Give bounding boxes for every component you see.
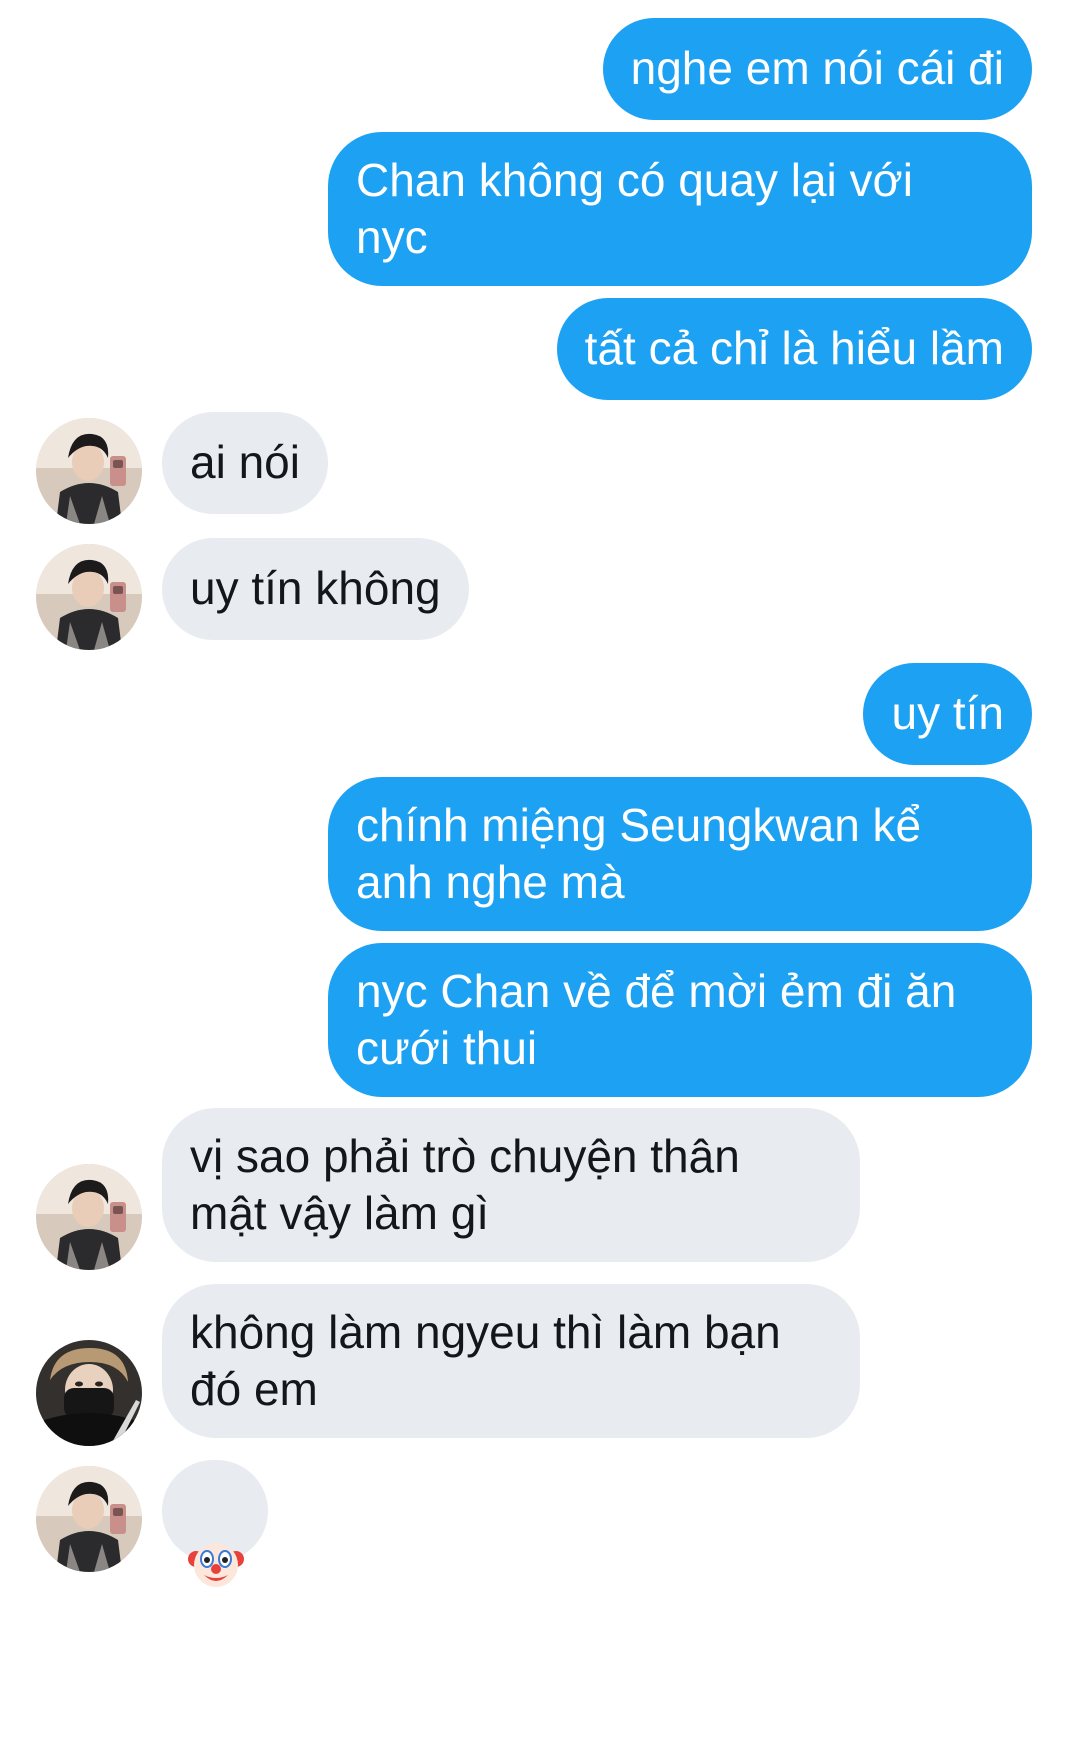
received-message-bubble[interactable]: không làm ngyeu thì làm bạn đó em xyxy=(162,1284,860,1438)
sent-message-bubble[interactable]: nghe em nói cái đi xyxy=(602,18,1032,120)
received-message-bubble[interactable]: uy tín không xyxy=(162,538,469,640)
sent-message-bubble[interactable]: nyc Chan về để mời ẻm đi ăn cưới thui xyxy=(328,943,1032,1097)
received-message-bubble[interactable]: vị sao phải trò chuyện thân mật vậy làm … xyxy=(162,1108,860,1262)
clown-face-icon xyxy=(188,1543,244,1587)
sent-message-bubble[interactable]: Chan không có quay lại với nyc xyxy=(328,132,1032,286)
contact-avatar[interactable] xyxy=(36,1466,142,1572)
received-message-bubble[interactable]: ai nói xyxy=(162,412,328,514)
contact-avatar[interactable] xyxy=(36,418,142,524)
avatar-mirror-selfie xyxy=(36,418,142,524)
sent-message-bubble[interactable]: uy tín xyxy=(863,663,1032,765)
avatar-mirror-selfie xyxy=(36,1164,142,1270)
avatar-mirror-selfie xyxy=(36,544,142,650)
contact-avatar[interactable] xyxy=(36,1340,142,1446)
contact-avatar[interactable] xyxy=(36,544,142,650)
contact-avatar[interactable] xyxy=(36,1164,142,1270)
message-thread: nghe em nói cái đi Chan không có quay lạ… xyxy=(0,0,1080,1764)
avatar-mirror-selfie xyxy=(36,1466,142,1572)
sent-message-bubble[interactable]: chính miệng Seungkwan kể anh nghe mà xyxy=(328,777,1032,931)
avatar-masked xyxy=(36,1340,142,1446)
received-message-bubble[interactable] xyxy=(162,1460,268,1587)
sent-message-bubble[interactable]: tất cả chỉ là hiểu lầm xyxy=(556,298,1032,400)
